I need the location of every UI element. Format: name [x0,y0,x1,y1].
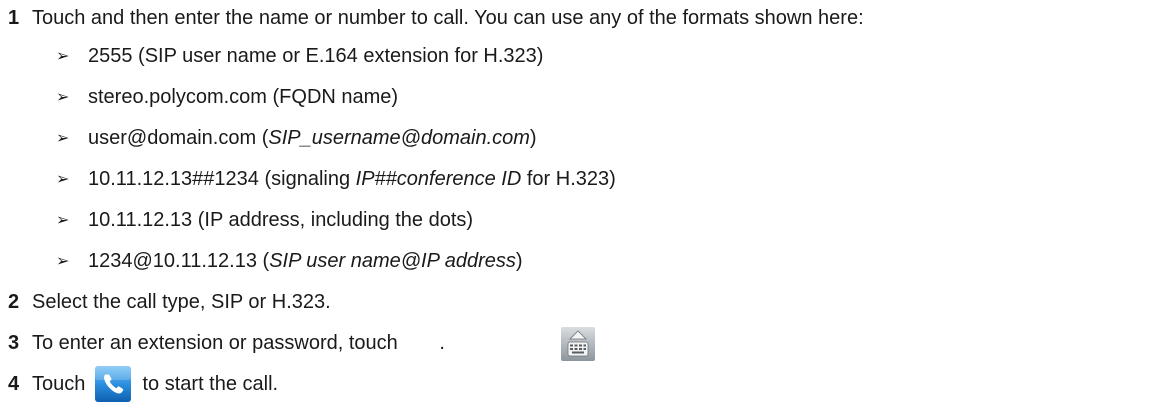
step-number: 1 [8,7,20,29]
step-number: 3 [8,332,20,354]
step-text: Touch and then enter the name or number … [32,7,864,29]
step-2: 2 Select the call type, SIP or H.323. [8,290,331,314]
instruction-document: 1 Touch and then enter the name or number… [0,0,1159,418]
step-number: 2 [8,291,20,313]
format-item: ➢ 2555 (SIP user name or E.164 extension … [56,45,544,67]
step-3: 3 To enter an extension or password, touc… [8,332,445,354]
step-4: 4 Touch to start the call. [8,373,279,395]
step-text: Select the call type, SIP or H.323. [32,291,331,313]
step-number: 4 [8,373,20,395]
bullet-arrow-icon: ➢ [56,130,70,147]
format-item: ➢ 1234@10.11.12.13 (SIP user name@IP addr… [56,250,523,272]
bullet-arrow-icon: ➢ [56,48,70,65]
bullet-arrow-icon: ➢ [56,89,70,106]
phone-call-icon [95,366,131,402]
format-item: ➢ 10.11.12.13##1234 (signaling IP##confer… [56,168,616,190]
format-item: ➢ stereo.polycom.com (FQDN name) [56,86,399,108]
bullet-arrow-icon: ➢ [56,212,70,229]
step-1: 1 Touch and then enter the name or number… [8,6,864,30]
keyboard-icon [561,327,595,361]
bullet-arrow-icon: ➢ [56,253,70,270]
format-item: ➢ user@domain.com (SIP_username@domain.co… [56,127,537,149]
format-item: ➢ 10.11.12.13 (IP address, including the … [56,209,474,231]
bullet-arrow-icon: ➢ [56,171,70,188]
